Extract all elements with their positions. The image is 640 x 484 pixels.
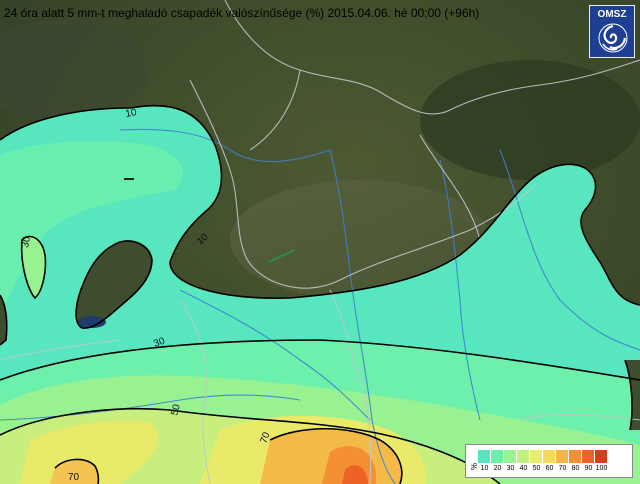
legend-label: 10	[480, 465, 489, 472]
probability-legend: % 10 20 30 40 50 60 70 80 90 100	[465, 444, 633, 478]
legend-unit: %	[469, 463, 478, 471]
legend-label: 70	[558, 465, 567, 472]
city-marker	[124, 178, 134, 180]
legend-label: 100	[595, 465, 608, 472]
omsz-logo: OMSZ	[589, 5, 635, 58]
logo-text: OMSZ	[597, 9, 627, 20]
legend-label: 30	[506, 465, 515, 472]
legend-label: 20	[493, 465, 502, 472]
omsz-swirl-icon	[598, 23, 628, 53]
map-canvas: 10 30 10 30 50 70 70	[0, 0, 640, 484]
precipitation-probability-map: 10 30 10 30 50 70 70 24 óra alatt 5 mm-t…	[0, 0, 640, 484]
legend-swatch	[556, 450, 569, 463]
legend-swatch	[517, 450, 530, 463]
legend-swatch	[504, 450, 517, 463]
legend-labels: 10 20 30 40 50 60 70 80 90 100	[478, 465, 608, 475]
carpathian-forest	[420, 60, 640, 180]
legend-label: 60	[545, 465, 554, 472]
legend-swatch	[491, 450, 504, 463]
legend-swatch	[582, 450, 595, 463]
map-title: 24 óra alatt 5 mm-t meghaladó csapadék v…	[4, 6, 480, 20]
legend-label: 80	[571, 465, 580, 472]
legend-label: 50	[532, 465, 541, 472]
legend-swatch	[595, 450, 608, 463]
contour-label: 70	[68, 472, 80, 483]
legend-swatch	[543, 450, 556, 463]
legend-label: 40	[519, 465, 528, 472]
legend-swatch	[569, 450, 582, 463]
legend-swatch	[530, 450, 543, 463]
legend-swatches	[478, 450, 608, 463]
legend-label: 90	[584, 465, 593, 472]
legend-swatch	[478, 450, 491, 463]
